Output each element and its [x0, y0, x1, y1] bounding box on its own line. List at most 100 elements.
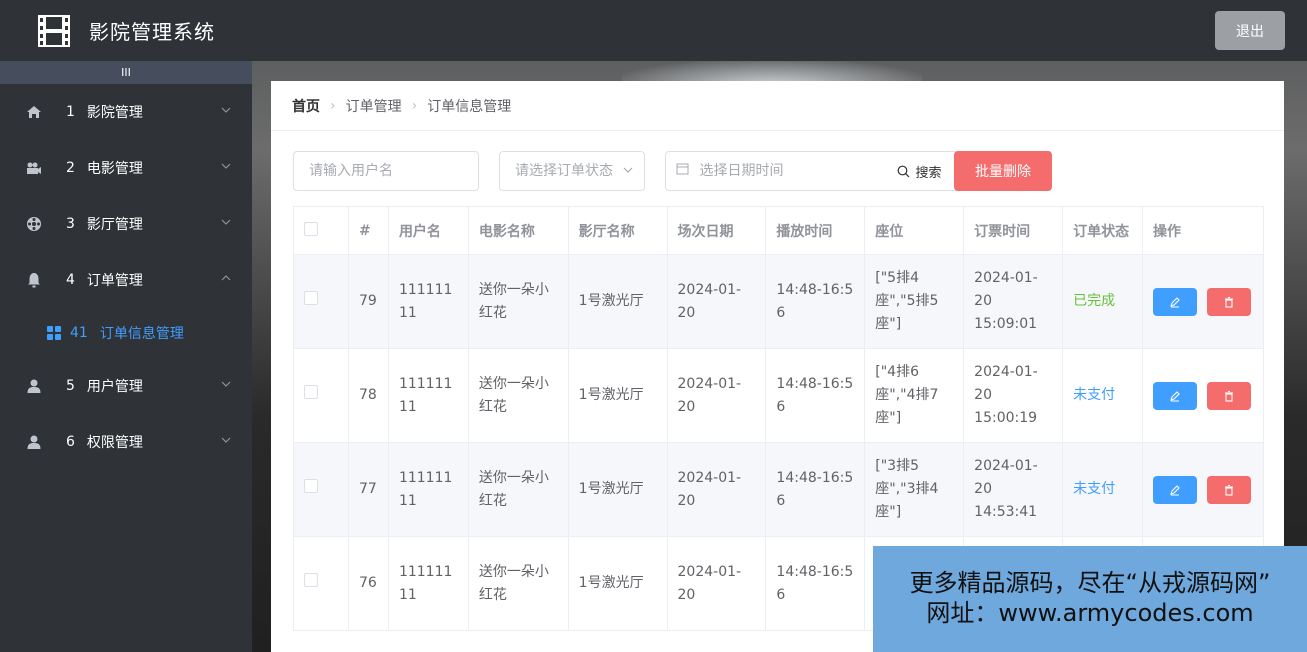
table-row: 78 11111111 送你一朵小红花 1号激光厅 2024-01-20 14:… — [293, 348, 1264, 443]
row-checkbox[interactable] — [304, 291, 318, 305]
edit-button[interactable] — [1153, 381, 1198, 410]
column-header: 操作 — [1142, 206, 1264, 255]
breadcrumb-separator-icon: › — [411, 97, 418, 114]
column-header: 电影名称 — [467, 206, 569, 255]
cell-id: 77 — [347, 442, 389, 537]
sidebar-collapse-toggle[interactable]: III — [0, 61, 252, 84]
cell-actions — [1142, 254, 1264, 349]
sidebar-item-movie[interactable]: 2 电影管理 — [0, 140, 252, 196]
cell-seats: ["5排4座","5排5座"] — [864, 254, 965, 349]
chevron-down-icon — [220, 434, 232, 450]
column-header: # — [347, 206, 389, 255]
row-select-cell — [293, 254, 349, 349]
select-all-checkbox[interactable] — [304, 221, 318, 236]
delete-button[interactable] — [1207, 381, 1252, 410]
cell-movie: 送你一朵小红花 — [467, 442, 569, 537]
sidebar-item-cinema[interactable]: 1 影院管理 — [0, 84, 252, 140]
edit-icon — [1170, 296, 1180, 307]
trash-icon — [1225, 390, 1234, 402]
chevron-down-icon — [220, 378, 232, 394]
date-picker[interactable]: 选择日期时间 — [665, 151, 885, 191]
sidebar-item-number: 1 — [66, 104, 75, 120]
grid-icon — [47, 326, 61, 340]
user-icon — [26, 434, 42, 450]
status-badge: 未支付 — [1062, 348, 1144, 443]
cell-actions — [1142, 348, 1264, 443]
status-select-placeholder: 请选择订单状态 — [515, 163, 613, 179]
status-badge: 未支付 — [1062, 442, 1144, 537]
cell-date: 2024-01-20 — [666, 536, 767, 631]
batch-delete-button[interactable]: 批量删除 — [954, 151, 1052, 191]
row-checkbox[interactable] — [304, 479, 318, 493]
sidebar-item-label: 权限管理 — [86, 435, 143, 451]
username-input[interactable]: 请输入用户名 — [293, 151, 479, 191]
sidebar-item-number: 5 — [66, 378, 75, 394]
cell-id: 76 — [347, 536, 389, 631]
edit-icon — [1170, 484, 1180, 495]
app-title: 影院管理系统 — [89, 20, 215, 44]
row-checkbox[interactable] — [304, 385, 318, 399]
breadcrumb-home[interactable]: 首页 — [292, 96, 320, 116]
chevron-down-icon — [220, 216, 232, 232]
cell-booked: 2024-01-20 14:53:41 — [963, 442, 1064, 537]
sidebar-item-label: 影院管理 — [86, 105, 143, 121]
status-select[interactable]: 请选择订单状态 — [499, 151, 645, 191]
sidebar-item-order[interactable]: 4 订单管理 — [0, 252, 252, 308]
cell-movie: 送你一朵小红花 — [467, 348, 569, 443]
row-select-cell — [293, 348, 349, 443]
sidebar-subitem-label: 订单信息管理 — [99, 326, 184, 342]
bell-icon — [26, 272, 42, 288]
delete-button[interactable] — [1207, 287, 1252, 316]
search-button[interactable]: 搜索 — [884, 151, 956, 191]
sidebar-item-number: 2 — [66, 160, 75, 176]
table-row: 79 11111111 送你一朵小红花 1号激光厅 2024-01-20 14:… — [293, 254, 1264, 349]
cell-hall: 1号激光厅 — [567, 348, 668, 443]
chevron-up-icon — [220, 272, 232, 288]
cell-time: 14:48-16:56 — [765, 442, 866, 537]
film-logo-icon — [36, 13, 72, 49]
edit-icon — [1170, 390, 1180, 401]
sidebar-subitem-number: 41 — [70, 325, 88, 341]
breadcrumb-order-info: 订单信息管理 — [427, 98, 512, 115]
cell-id: 79 — [347, 254, 389, 349]
column-header: 订票时间 — [963, 206, 1064, 255]
cell-username: 11111111 — [387, 442, 469, 537]
sidebar-item-number: 3 — [66, 216, 75, 232]
edit-button[interactable] — [1153, 475, 1198, 504]
edit-button[interactable] — [1153, 287, 1198, 316]
column-header: 座位 — [864, 206, 965, 255]
cell-date: 2024-01-20 — [666, 442, 767, 537]
logout-button[interactable]: 退出 — [1215, 11, 1285, 50]
column-header: 订单状态 — [1062, 206, 1144, 255]
cell-actions — [1142, 442, 1264, 537]
chevron-down-icon — [220, 104, 232, 120]
cell-username: 11111111 — [387, 536, 469, 631]
sidebar-subitem-order-info[interactable]: 41 订单信息管理 — [0, 308, 252, 358]
cell-time: 14:48-16:56 — [765, 536, 866, 631]
sidebar-item-label: 影厅管理 — [86, 217, 143, 233]
sidebar-item-label: 电影管理 — [86, 161, 143, 177]
top-header: 影院管理系统 退出 — [0, 0, 1307, 61]
row-checkbox[interactable] — [304, 573, 318, 587]
cell-hall: 1号激光厅 — [567, 442, 668, 537]
sidebar-item-permission[interactable]: 6 权限管理 — [0, 414, 252, 470]
cell-date: 2024-01-20 — [666, 348, 767, 443]
sidebar-item-user[interactable]: 5 用户管理 — [0, 358, 252, 414]
app-root: 影院管理系统 退出 III 1 影院管理 2 电影管理 3 影厅管理 4 订单管… — [0, 0, 1307, 652]
chevron-down-icon — [622, 153, 634, 191]
sidebar-item-number: 6 — [66, 434, 75, 450]
breadcrumb-order: 订单管理 — [345, 98, 402, 115]
trash-icon — [1225, 296, 1234, 308]
film-reel-icon — [26, 216, 42, 232]
cell-movie: 送你一朵小红花 — [467, 536, 569, 631]
column-header: 影厅名称 — [567, 206, 668, 255]
column-header: 场次日期 — [666, 206, 767, 255]
cell-date: 2024-01-20 — [666, 254, 767, 349]
select-all-cell — [293, 206, 349, 255]
sidebar-item-hall[interactable]: 3 影厅管理 — [0, 196, 252, 252]
sidebar-item-label: 订单管理 — [86, 273, 143, 289]
user-icon — [26, 378, 42, 394]
watermark-line2: 网址：www.armycodes.com — [926, 599, 1254, 627]
delete-button[interactable] — [1207, 475, 1252, 504]
breadcrumb: 首页 › 订单管理 › 订单信息管理 — [271, 81, 1284, 131]
